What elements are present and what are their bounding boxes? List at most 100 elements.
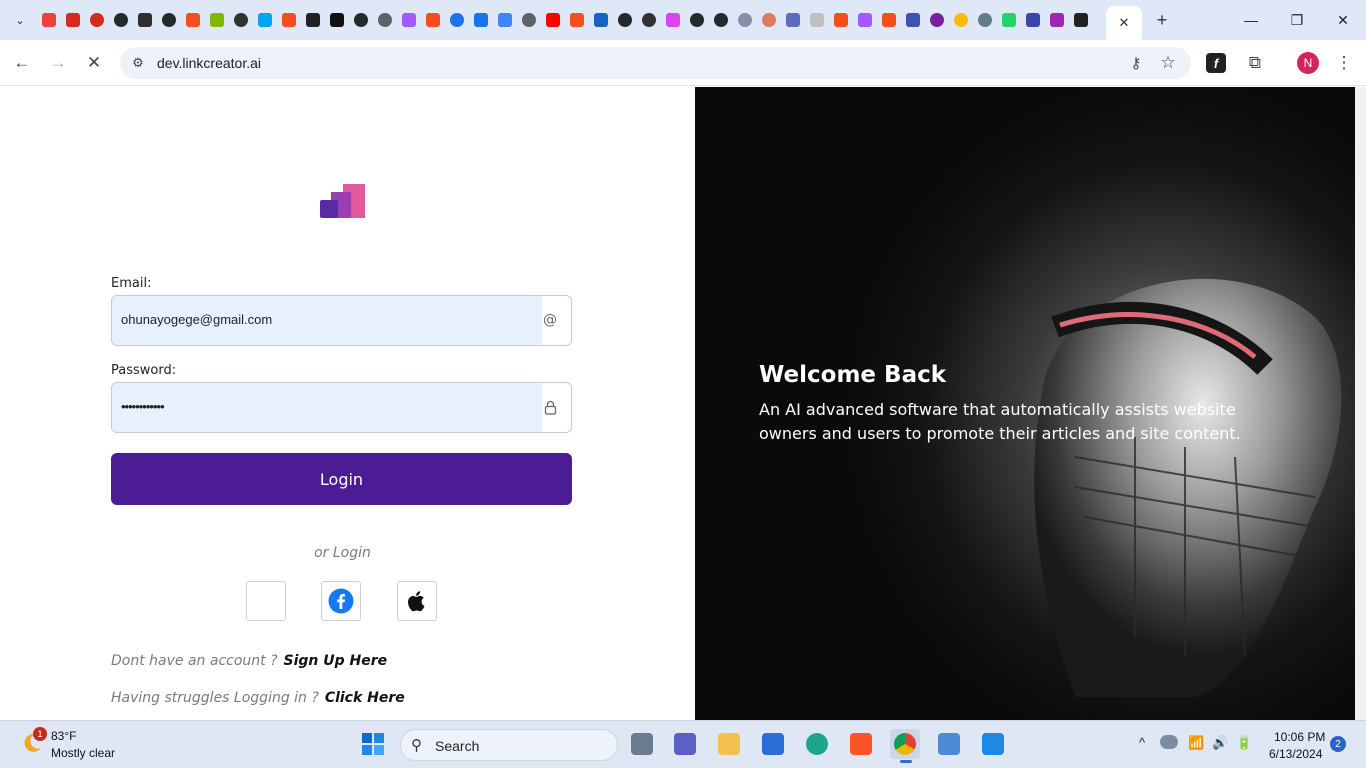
facebook-icon [328, 588, 354, 614]
tab-folder[interactable] [494, 9, 516, 31]
tab-claude[interactable] [758, 9, 780, 31]
github-icon [354, 13, 368, 27]
back-button[interactable]: ← [10, 51, 34, 75]
task-view-button[interactable] [627, 729, 657, 759]
page-scrollbar[interactable] [1355, 87, 1366, 720]
linkcreator-logo [320, 184, 365, 218]
browser-menu-button[interactable]: ⋮ [1332, 51, 1356, 75]
tab-colorful-circle[interactable] [950, 9, 972, 31]
tab-react[interactable] [662, 9, 684, 31]
tab-microsoft[interactable] [206, 9, 228, 31]
tab-figma[interactable] [830, 9, 852, 31]
vscode-app[interactable] [978, 729, 1008, 759]
tab-whatsapp[interactable] [998, 9, 1020, 31]
tab-github[interactable] [710, 9, 732, 31]
maximize-button[interactable]: ❐ [1274, 4, 1320, 36]
edge-app[interactable] [802, 729, 832, 759]
clock-time[interactable]: 10:06 PM [1274, 730, 1325, 744]
tab-github[interactable] [614, 9, 636, 31]
google-login-button[interactable] [246, 581, 286, 621]
bookmark-star-icon[interactable]: ☆ [1157, 52, 1179, 74]
tab-github[interactable] [158, 9, 180, 31]
tab-figma[interactable] [422, 9, 444, 31]
tab-youtube[interactable] [542, 9, 564, 31]
tray-chevron-icon[interactable]: ^ [1139, 735, 1145, 750]
tab-grid[interactable] [1070, 9, 1092, 31]
tab-home[interactable] [470, 9, 492, 31]
tab-figma[interactable] [278, 9, 300, 31]
password-key-icon[interactable]: ⚷ [1125, 52, 1147, 74]
welcome-description: An AI advanced software that automatical… [759, 400, 1241, 443]
tab-gmail[interactable] [38, 9, 60, 31]
signup-link[interactable]: Sign Up Here [284, 653, 388, 669]
teams-app[interactable] [670, 729, 700, 759]
minimize-button[interactable]: — [1228, 4, 1274, 36]
window-close-button[interactable]: ✕ [1320, 4, 1366, 36]
password-value[interactable]: •••••••••••• [121, 399, 165, 414]
mail-app[interactable] [934, 729, 964, 759]
tab-figma[interactable] [878, 9, 900, 31]
tab-github[interactable] [350, 9, 372, 31]
profile-avatar[interactable]: N [1297, 52, 1319, 74]
url-text[interactable]: dev.linkcreator.ai [157, 55, 261, 71]
tab-info-circle[interactable] [926, 9, 948, 31]
onedrive-icon[interactable] [1160, 735, 1178, 749]
tab-x-app[interactable] [326, 9, 348, 31]
start-button[interactable] [358, 729, 388, 759]
tab-flag[interactable] [590, 9, 612, 31]
tab-search-button[interactable]: ⌄ [8, 8, 32, 32]
tab-list[interactable] [1022, 9, 1044, 31]
openai-icon [642, 13, 656, 27]
tab-globe[interactable] [374, 9, 396, 31]
chrome-app[interactable] [890, 729, 920, 763]
tab-canada-circle[interactable] [86, 9, 108, 31]
apple-login-button[interactable] [397, 581, 437, 621]
tab-copilot[interactable] [734, 9, 756, 31]
store-app[interactable] [758, 729, 788, 759]
tab-loop[interactable] [446, 9, 468, 31]
github-icon [714, 13, 728, 27]
brave-app[interactable] [846, 729, 876, 759]
email-field[interactable]: ohunayogege@gmail.com @ [111, 295, 572, 346]
close-icon[interactable]: ✕ [1119, 15, 1130, 31]
tab-github[interactable] [110, 9, 132, 31]
tab-printer[interactable] [902, 9, 924, 31]
new-tab-button[interactable]: + [1150, 8, 1174, 32]
tab-figma[interactable] [854, 9, 876, 31]
taskbar-search[interactable]: ⚲ Search [400, 729, 618, 761]
tab-hashnode[interactable] [134, 9, 156, 31]
password-field[interactable]: •••••••••••• [111, 382, 572, 433]
facebook-login-button[interactable] [321, 581, 361, 621]
tab-canada-leaf[interactable] [62, 9, 84, 31]
email-value[interactable]: ohunayogege@gmail.com [121, 312, 272, 327]
tab-microsoft[interactable] [182, 9, 204, 31]
tab-globe[interactable] [518, 9, 540, 31]
extensions-puzzle-icon[interactable]: ⧉ [1243, 51, 1267, 75]
tab-orange-app[interactable] [566, 9, 588, 31]
wifi-icon[interactable]: 📶 [1188, 735, 1204, 751]
font-extension-icon[interactable]: f [1206, 53, 1226, 73]
tab-settings-circle[interactable] [974, 9, 996, 31]
active-tab[interactable]: ✕ [1106, 6, 1142, 40]
address-bar[interactable]: ⚙ dev.linkcreator.ai ⚷ ☆ [120, 47, 1191, 79]
notification-badge[interactable]: 2 [1330, 736, 1346, 752]
file-explorer-app[interactable] [714, 729, 744, 759]
help-link[interactable]: Click Here [325, 690, 405, 706]
tab-github[interactable] [686, 9, 708, 31]
tab-openai[interactable] [638, 9, 660, 31]
tab-play[interactable] [302, 9, 324, 31]
tab-linkcreator[interactable] [1046, 9, 1068, 31]
windows-logo-icon [362, 733, 384, 755]
login-button[interactable]: Login [111, 453, 572, 505]
clock-date[interactable]: 6/13/2024 [1269, 747, 1322, 761]
tab-microsoft[interactable] [254, 9, 276, 31]
forward-button[interactable]: → [46, 51, 70, 75]
tab-figma[interactable] [398, 9, 420, 31]
stop-button[interactable]: ✕ [82, 51, 106, 75]
site-info-icon[interactable]: ⚙ [128, 53, 148, 73]
tab-api[interactable] [782, 9, 804, 31]
volume-icon[interactable]: 🔊 [1212, 735, 1228, 751]
battery-icon[interactable]: 🔋 [1236, 735, 1252, 751]
tab-blank-page[interactable] [806, 9, 828, 31]
tab-circle-app[interactable] [230, 9, 252, 31]
